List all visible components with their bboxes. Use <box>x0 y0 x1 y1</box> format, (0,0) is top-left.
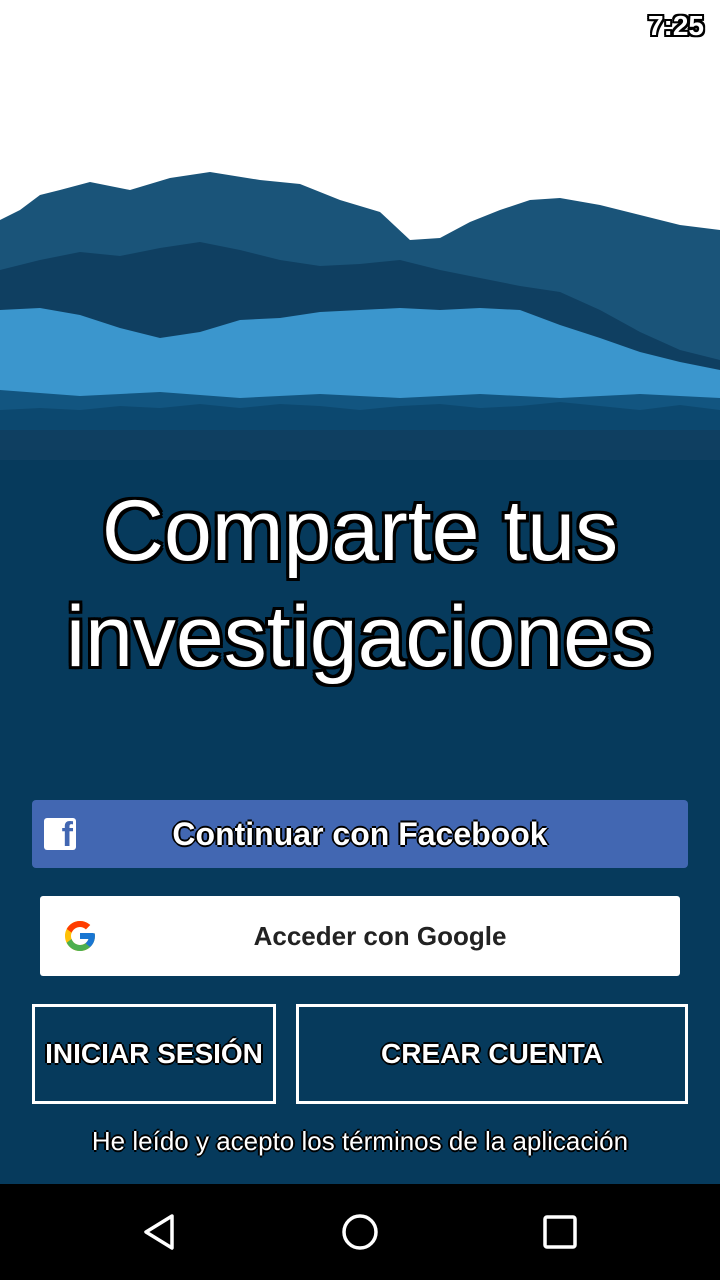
create-account-label: CREAR CUENTA <box>381 1038 603 1069</box>
google-login-button[interactable]: Acceder con Google <box>40 896 680 976</box>
navigation-bar <box>0 1184 720 1280</box>
create-account-button[interactable]: CREAR CUENTA <box>296 1004 688 1104</box>
headline: Comparte tus investigaciones <box>0 478 720 690</box>
recents-square-icon[interactable] <box>536 1208 584 1256</box>
home-circle-icon[interactable] <box>336 1208 384 1256</box>
status-time: 7:25 <box>647 10 704 41</box>
back-triangle-icon[interactable] <box>136 1208 184 1256</box>
google-icon <box>65 921 95 951</box>
headline-line-1: Comparte tus <box>101 483 619 579</box>
login-label: INICIAR SESIÓN <box>45 1038 263 1069</box>
status-bar: 7:25 <box>0 0 720 48</box>
facebook-icon: f <box>44 818 76 852</box>
login-button[interactable]: INICIAR SESIÓN <box>32 1004 276 1104</box>
terms-link[interactable]: He leído y acepto los términos de la apl… <box>0 1126 720 1157</box>
headline-line-2: investigaciones <box>65 589 655 685</box>
facebook-login-label: Continuar con Facebook <box>172 815 548 852</box>
facebook-login-button[interactable]: f Continuar con Facebook <box>32 800 688 868</box>
google-login-label: Acceder con Google <box>253 920 507 951</box>
